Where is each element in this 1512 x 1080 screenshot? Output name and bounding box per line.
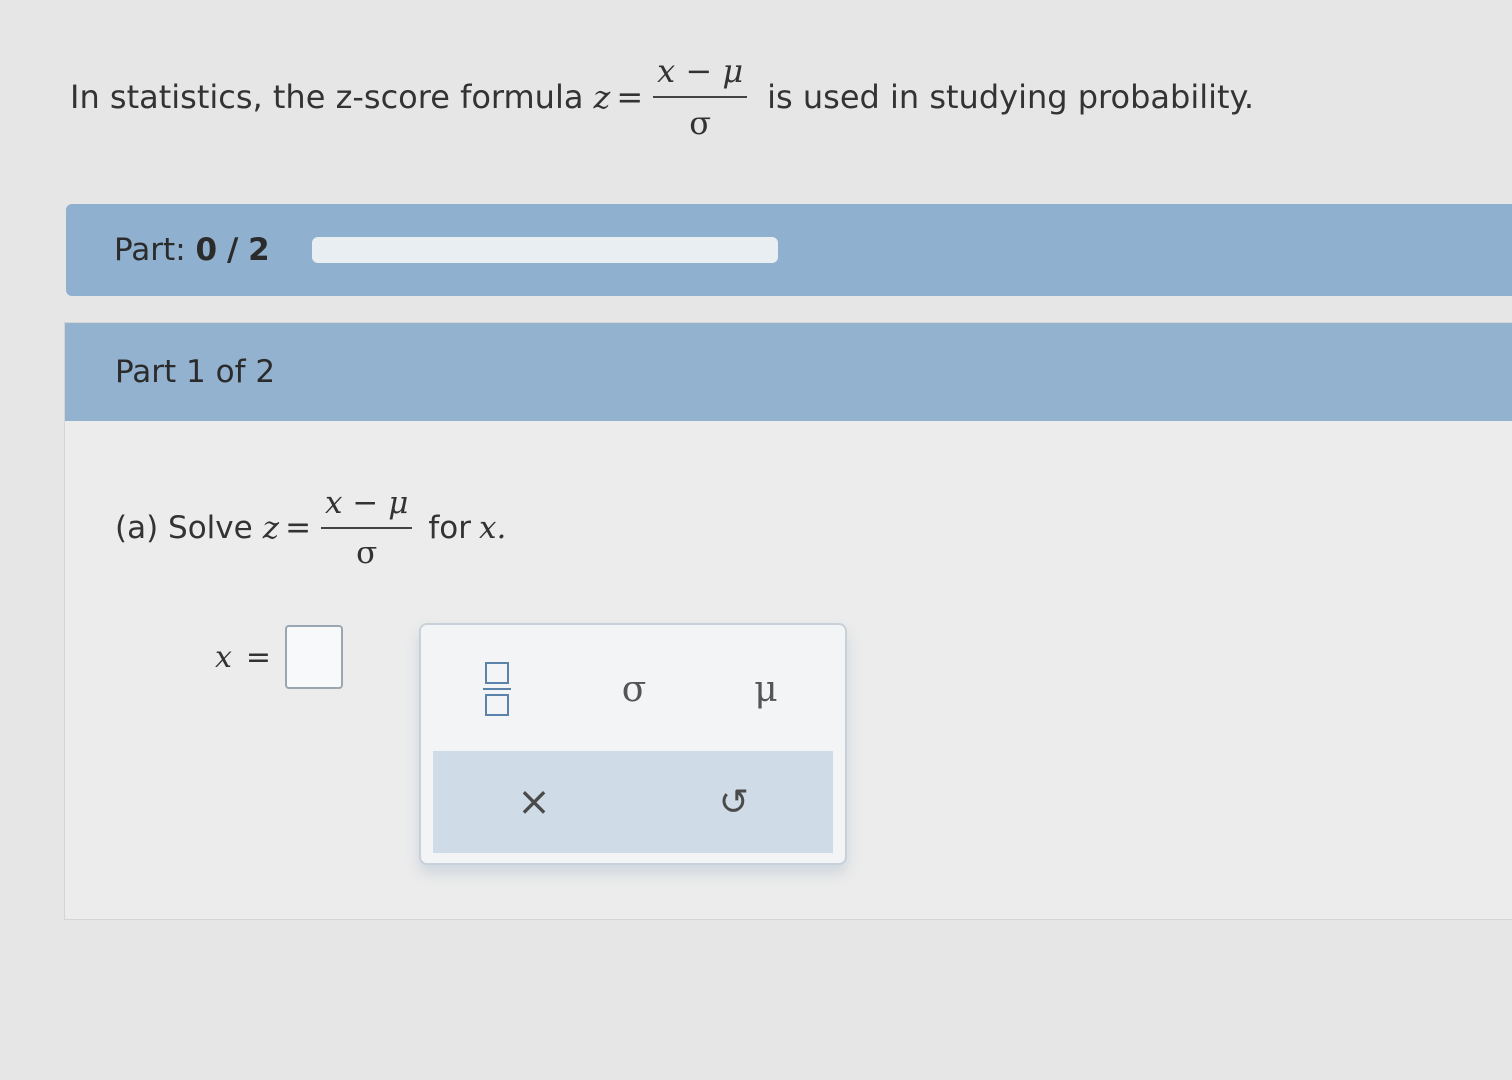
question-equals: = <box>285 510 312 546</box>
part-panel: Part 1 of 2 (a) Solve z = x − μ σ for x.… <box>64 322 1512 920</box>
fraction-button[interactable] <box>467 649 527 729</box>
progress-current: 0 <box>195 232 218 268</box>
fraction-bar <box>321 527 413 529</box>
question-text: (a) Solve z = x − μ σ for x. <box>115 485 506 571</box>
intro-var: z <box>593 78 611 116</box>
question-denominator: σ <box>356 535 378 571</box>
question-numerator: x − μ <box>325 485 409 521</box>
problem-intro: In statistics, the z-score formula z = x… <box>70 52 1254 142</box>
part-title: Part 1 of 2 <box>115 354 276 390</box>
progress-bar-section: Part: 0 / 2 <box>66 204 1512 296</box>
question-target-var: x. <box>478 510 507 546</box>
fraction-bar <box>653 96 748 98</box>
mu-button[interactable]: μ <box>731 649 801 729</box>
clear-button[interactable]: × <box>499 763 569 841</box>
intro-denominator: σ <box>689 104 712 142</box>
question-prefix: (a) Solve <box>115 510 253 546</box>
intro-prefix: In statistics, the z-score formula <box>70 78 584 116</box>
progress-label-text: Part: <box>114 232 186 268</box>
answer-input[interactable] <box>285 625 344 689</box>
question-fraction: x − μ σ <box>321 485 413 571</box>
part-header: Part 1 of 2 <box>65 323 1512 421</box>
answer-var: x <box>215 639 232 675</box>
intro-suffix: is used in studying probability. <box>767 78 1255 116</box>
answer-equals: = <box>245 639 272 675</box>
intro-numerator: x − μ <box>657 52 744 90</box>
progress-total: 2 <box>248 232 270 268</box>
fraction-icon <box>483 662 511 716</box>
answer-row: x = <box>215 625 344 689</box>
sigma-button[interactable]: σ <box>599 649 669 729</box>
undo-button[interactable]: ↺ <box>699 763 769 841</box>
progress-separator: / <box>226 232 239 268</box>
keypad-actions: × ↺ <box>433 751 833 853</box>
intro-fraction: x − μ σ <box>653 52 748 142</box>
progress-label: Part: 0 / 2 <box>114 232 270 268</box>
intro-equals: = <box>616 78 644 116</box>
question-for: for <box>428 510 471 546</box>
progress-track <box>311 237 778 263</box>
math-keypad: σ μ × ↺ <box>419 623 847 865</box>
question-var: z <box>262 510 280 546</box>
